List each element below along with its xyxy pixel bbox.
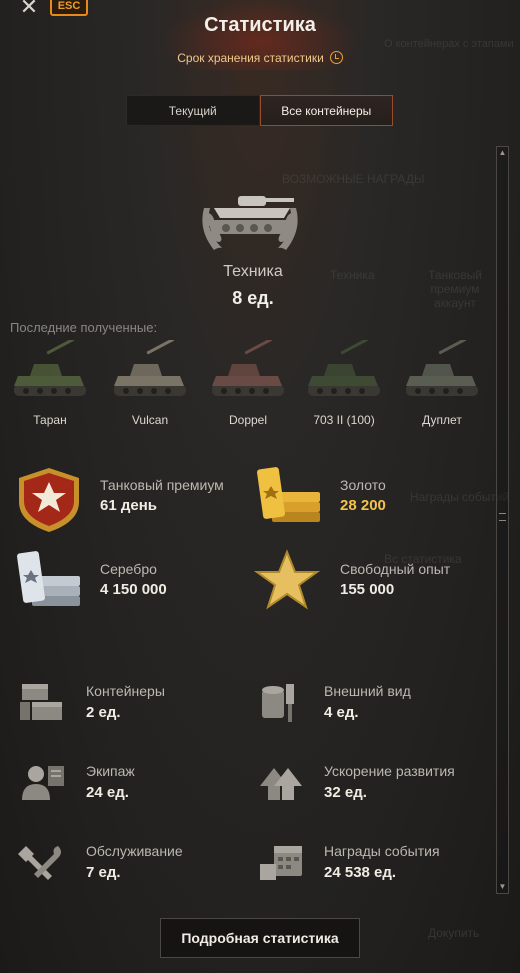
vehicles-label: Техника [223,263,283,280]
tank-icon [114,337,186,396]
clock-icon[interactable] [329,51,343,64]
maintenance-icon [18,846,61,880]
containers-value: 2 ед. [86,704,121,721]
scrollbar[interactable]: ▲ ▼ [496,146,509,894]
containers-icon [20,684,62,720]
boosters-label: Ускорение развития [324,763,455,779]
ghost-containers-note: О контейнерах с этапами [384,38,514,50]
free-xp-icon [253,549,321,610]
silver-value: 4 150 000 [100,581,167,598]
page-title: Статистика [204,14,316,36]
silver-icon [17,551,80,606]
gold-label: Золото [340,477,386,493]
storage-period-label: Срок хранения статистики [177,51,324,65]
recent-tank-name: 703 II (100) [313,413,375,427]
customization-icon [262,684,294,722]
free-xp-reward: Свободный опыт 155 000 [252,548,492,618]
silver-reward: Серебро 4 150 000 [12,548,252,618]
silver-label: Серебро [100,561,157,577]
maintenance-reward: Обслуживание 7 ед. [18,840,248,890]
tab-all-containers[interactable]: Все контейнеры [259,95,393,126]
recent-tank[interactable]: Doppel [208,337,288,427]
event-rewards-reward: Награды события 24 538 ед. [256,840,486,890]
tank-premium-icon [19,468,79,532]
containers-reward: Контейнеры 2 ед. [18,680,248,730]
recent-tank[interactable]: Таран [10,337,90,427]
vehicle-emblem-icon [202,196,298,250]
event-rewards-value: 24 538 ед. [324,864,397,881]
recent-tank-name: Таран [33,413,67,427]
crew-icon [22,766,64,800]
gold-reward: Золото 28 200 [252,464,492,534]
customization-label: Внешний вид [324,683,411,699]
tank-icon [212,337,284,396]
crew-reward: Экипаж 24 ед. [18,760,248,810]
tank-premium-reward: Танковый премиум 61 день [12,464,252,534]
tank-premium-label: Танковый премиум [100,477,224,493]
maintenance-value: 7 ед. [86,864,121,881]
scroll-up-icon[interactable]: ▲ [497,147,508,159]
customization-reward: Внешний вид 4 ед. [256,680,486,730]
ghost-buy: Докупить [428,926,480,940]
scroll-grip[interactable] [499,513,506,521]
tab-current[interactable]: Текущий [126,95,260,126]
recent-tank-name: Doppel [228,413,268,427]
detailed-stats-button[interactable]: Подробная статистика [160,918,360,958]
containers-label: Контейнеры [86,683,165,699]
recent-tank[interactable]: Vulcan [110,337,190,427]
gold-icon [257,467,320,522]
recent-tank-name: Vulcan [131,413,169,427]
crew-label: Экипаж [86,763,135,779]
scroll-down-icon[interactable]: ▼ [497,881,508,893]
recent-tank[interactable]: 703 II (100) [304,337,384,427]
maintenance-label: Обслуживание [86,843,183,859]
free-xp-label: Свободный опыт [340,561,451,577]
event-rewards-label: Награды события [324,843,440,859]
recent-tank-name: Дуплет [422,413,462,427]
boosters-reward: Ускорение развития 32 ед. [256,760,486,810]
boosters-value: 32 ед. [324,784,367,801]
vehicles-count: 8 ед. [232,288,274,308]
tank-icon [14,337,86,396]
tank-icon [308,337,380,396]
crew-value: 24 ед. [86,784,129,801]
recent-tank[interactable]: Дуплет [402,337,482,427]
tank-premium-value: 61 день [100,497,157,514]
tab-bar: Текущий Все контейнеры [126,95,393,126]
event-rewards-icon [260,846,302,880]
boosters-icon [260,768,302,800]
free-xp-value: 155 000 [340,581,395,598]
storage-period-note: Срок хранения статистики [0,51,520,65]
tank-icon [406,337,478,396]
gold-value: 28 200 [340,497,386,514]
recent-received-label: Последние полученные: [10,320,158,335]
customization-value: 4 ед. [324,704,359,721]
